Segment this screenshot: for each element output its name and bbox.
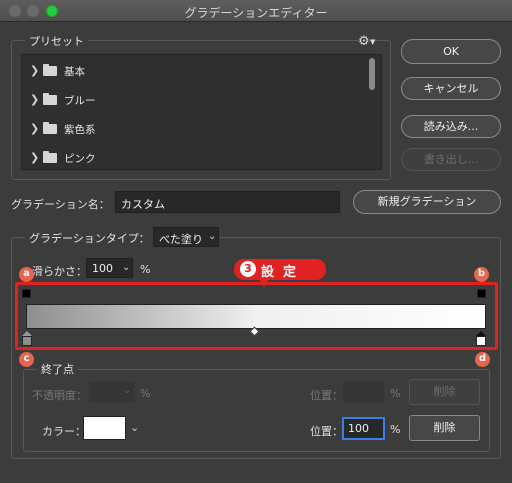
chevron-down-icon: ⌄ bbox=[122, 262, 131, 273]
gradient-type-value: べた塗り bbox=[159, 233, 203, 246]
preset-list: ❯ 基本 ❯ ブルー ❯ 紫色系 ❯ ピンク bbox=[21, 54, 382, 170]
opacity-location-unit: % bbox=[390, 387, 401, 400]
window-title: グラデーションエディター bbox=[184, 6, 328, 20]
delete-opacity-stop-button[interactable]: 削除 bbox=[409, 379, 480, 405]
gradient-name-input[interactable]: カスタム bbox=[115, 191, 340, 213]
opacity-location-label: 位置： bbox=[310, 389, 343, 402]
chevron-down-icon: ▼ bbox=[370, 38, 376, 46]
annotation-marker-d: d bbox=[475, 352, 490, 367]
folder-icon bbox=[43, 122, 57, 134]
annotation-marker-b: b bbox=[474, 267, 489, 282]
preset-folder-label: ピンク bbox=[64, 153, 96, 165]
folder-icon bbox=[43, 93, 57, 105]
title-bar: グラデーションエディター bbox=[0, 0, 512, 22]
load-button[interactable]: 読み込み... bbox=[401, 115, 501, 138]
disclosure-chevron-icon[interactable]: ❯ bbox=[30, 151, 39, 164]
delete-color-stop-button[interactable]: 削除 bbox=[409, 415, 480, 441]
smoothness-unit: % bbox=[140, 263, 151, 276]
smoothness-value: 100 bbox=[92, 262, 113, 275]
gradient-type-label: グラデーションタイプ： bbox=[25, 230, 154, 246]
opacity-location-input[interactable] bbox=[342, 381, 385, 403]
color-location-label: 位置： bbox=[310, 425, 343, 438]
disclosure-chevron-icon[interactable]: ❯ bbox=[30, 122, 39, 135]
opacity-label: 不透明度： bbox=[32, 389, 87, 402]
annotation-text: 設定 bbox=[261, 265, 306, 280]
smoothness-input[interactable]: 100 ⌄ bbox=[86, 258, 133, 278]
preset-folder[interactable]: ❯ ピンク bbox=[22, 144, 370, 173]
annotation-highlight-box bbox=[15, 282, 498, 350]
color-location-unit: % bbox=[390, 423, 401, 436]
cancel-button[interactable]: キャンセル bbox=[401, 77, 501, 100]
gradient-type-dropdown[interactable]: べた塗り ⌄ bbox=[153, 227, 219, 247]
disclosure-chevron-icon[interactable]: ❯ bbox=[30, 64, 39, 77]
folder-icon bbox=[43, 64, 57, 76]
export-button[interactable]: 書き出し... bbox=[401, 148, 501, 171]
preset-folder-label: 基本 bbox=[64, 66, 85, 78]
scroll-thumb[interactable] bbox=[369, 58, 375, 90]
preset-folder-label: 紫色系 bbox=[64, 124, 96, 136]
preset-folder[interactable]: ❯ 紫色系 bbox=[22, 115, 370, 144]
stops-title: 終了点 bbox=[37, 361, 78, 377]
gear-icon[interactable]: ⚙ bbox=[358, 34, 370, 49]
opacity-input[interactable]: ⌄ bbox=[89, 381, 135, 403]
annotation-marker-c: c bbox=[19, 352, 34, 367]
smoothness-label: 滑らかさ： bbox=[32, 265, 87, 278]
color-swatch[interactable] bbox=[83, 416, 126, 440]
chevron-down-icon: ⌄ bbox=[123, 385, 132, 396]
new-gradient-button[interactable]: 新規グラデーション bbox=[353, 190, 501, 214]
preset-folder[interactable]: ❯ ブルー bbox=[22, 86, 370, 115]
annotation-number: 3 bbox=[240, 261, 256, 277]
opacity-unit: % bbox=[140, 387, 151, 400]
color-label: カラー： bbox=[42, 425, 86, 438]
disclosure-chevron-icon[interactable]: ❯ bbox=[30, 93, 39, 106]
color-location-input[interactable]: 100 bbox=[342, 417, 385, 440]
annotation-marker-a: a bbox=[19, 267, 34, 282]
presets-title: プリセット bbox=[25, 33, 88, 49]
preset-folder[interactable]: ❯ 基本 bbox=[22, 57, 370, 86]
preset-scrollbar[interactable] bbox=[366, 56, 378, 168]
chevron-down-icon[interactable]: ⌄ bbox=[130, 421, 139, 434]
gradient-name-label: グラデーション名： bbox=[11, 198, 110, 211]
preset-folder-label: ブルー bbox=[64, 95, 96, 107]
ok-button[interactable]: OK bbox=[401, 39, 501, 64]
folder-icon bbox=[43, 151, 57, 163]
chevron-down-icon: ⌄ bbox=[208, 231, 217, 242]
